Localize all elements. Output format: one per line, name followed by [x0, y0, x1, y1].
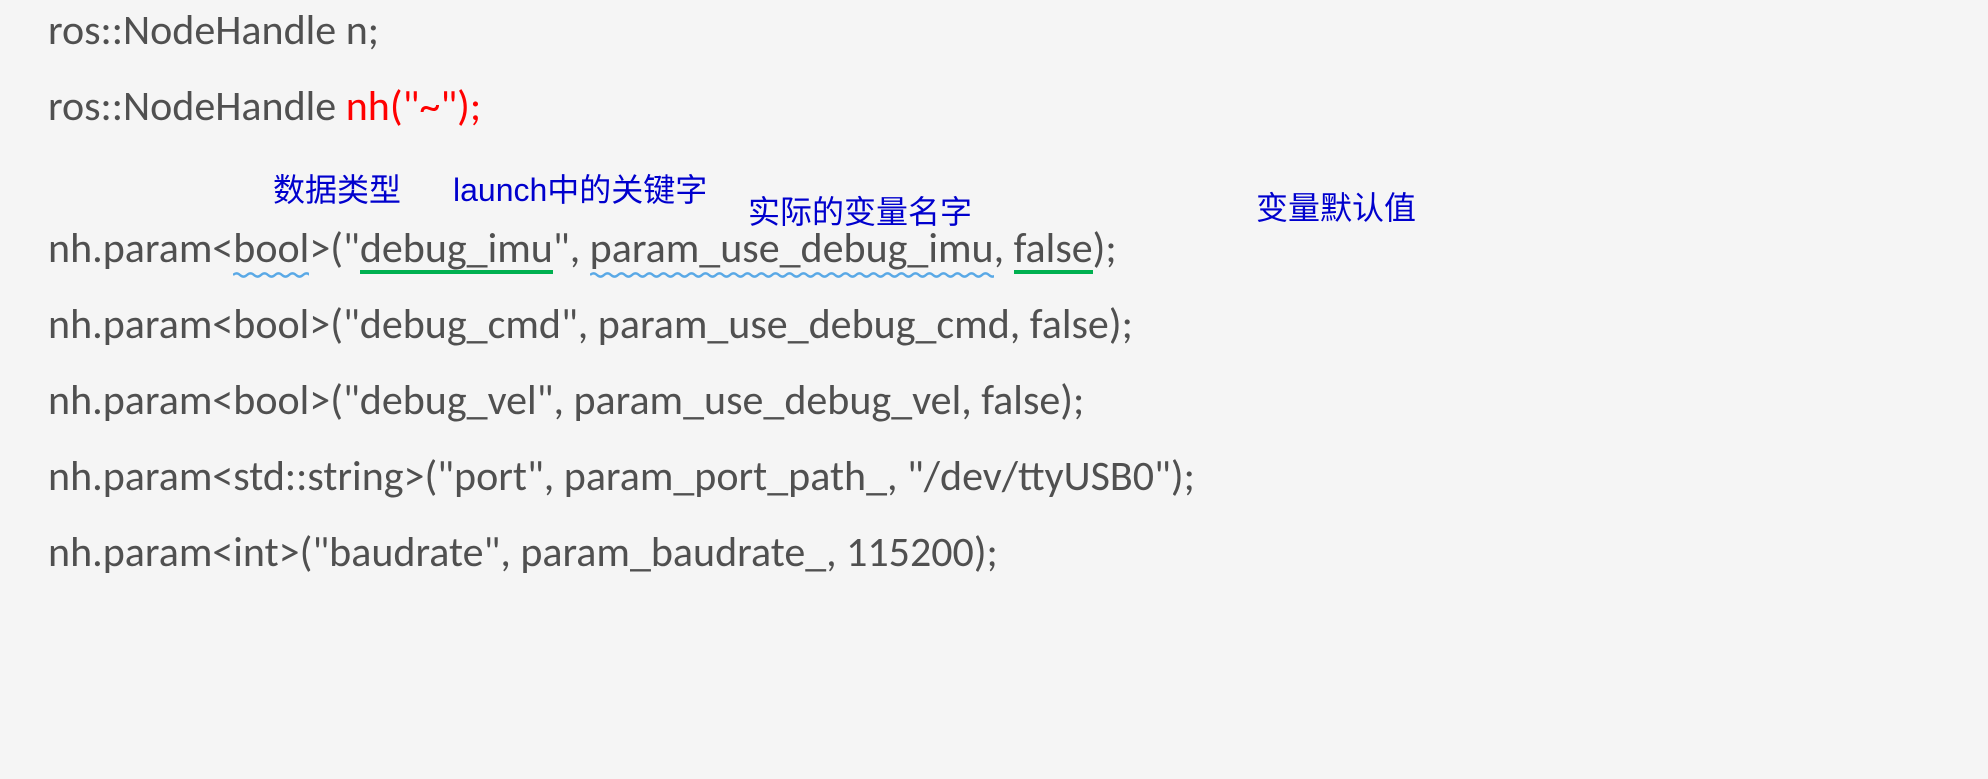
code-text-highlight: nh("~");	[346, 81, 481, 132]
annotation-default-value: 变量默认值	[1256, 192, 1416, 224]
code-text: ros::NodeHandle n;	[48, 5, 379, 56]
code-line-3: nh.param<bool>("debug_imu", param_use_de…	[48, 228, 1940, 270]
code-text: ",	[553, 223, 590, 274]
code-line-2: ros::NodeHandle nh("~");	[48, 86, 1940, 128]
segment-default: false	[1014, 223, 1093, 274]
code-container: ros::NodeHandle n; ros::NodeHandle nh("~…	[0, 0, 1988, 574]
code-text: ros::NodeHandle	[48, 81, 346, 132]
code-text: nh.param<std::string>("port", param_port…	[48, 451, 1195, 502]
code-text: );	[1093, 223, 1117, 274]
code-text: ,	[994, 223, 1014, 274]
green-underline	[360, 270, 553, 274]
segment-type: bool	[233, 223, 309, 274]
code-text: nh.param<bool>("debug_vel", param_use_de…	[48, 375, 1084, 426]
code-text: nh.param<	[48, 223, 233, 274]
segment-variable: param_use_debug_imu	[590, 223, 994, 274]
code-text: nh.param<int>("baudrate", param_baudrate…	[48, 527, 998, 578]
annotation-keyword: launch中的关键字	[453, 174, 707, 206]
code-text: nh.param<bool>("debug_cmd", param_use_de…	[48, 299, 1133, 350]
squiggly-underline	[233, 270, 309, 280]
code-line-4: nh.param<bool>("debug_cmd", param_use_de…	[48, 304, 1940, 346]
code-text: >("	[309, 223, 360, 274]
code-line-7: nh.param<int>("baudrate", param_baudrate…	[48, 532, 1940, 574]
segment-key: debug_imu	[360, 223, 553, 274]
squiggly-underline	[590, 270, 994, 280]
annotation-row: 数据类型 launch中的关键字 实际的变量名字 变量默认值	[48, 162, 1940, 228]
code-line-5: nh.param<bool>("debug_vel", param_use_de…	[48, 380, 1940, 422]
green-underline	[1014, 270, 1093, 274]
code-line-1: ros::NodeHandle n;	[48, 10, 1940, 52]
code-line-6: nh.param<std::string>("port", param_port…	[48, 456, 1940, 498]
annotation-data-type: 数据类型	[273, 174, 401, 206]
